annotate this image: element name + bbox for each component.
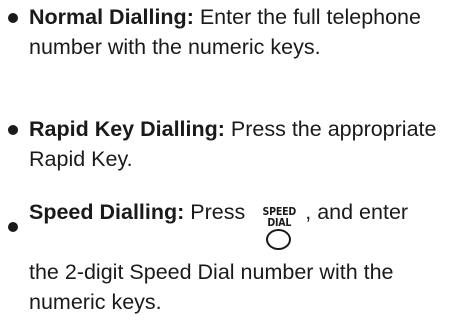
item-text: Speed Dialling: Press SPEED DIAL, and ente… <box>29 197 449 317</box>
item-description-before: Press <box>190 200 246 224</box>
bullet-icon <box>8 13 18 23</box>
bullet-icon <box>8 222 18 232</box>
item-text: Rapid Key Dialling: Press the appropriat… <box>29 114 449 174</box>
list-item-normal-dialling: Normal Dialling: Enter the full telephon… <box>0 2 451 62</box>
item-term: Rapid Key Dialling: <box>29 117 225 141</box>
bullet-icon <box>8 125 18 135</box>
circle-button-icon <box>266 229 292 250</box>
speed-dial-key-icon: SPEED DIAL <box>259 207 299 251</box>
item-text: Normal Dialling: Enter the full telephon… <box>29 2 449 62</box>
item-term: Normal Dialling: <box>29 5 194 29</box>
list-item-rapid-key-dialling: Rapid Key Dialling: Press the appropriat… <box>0 114 451 174</box>
item-term: Speed Dialling: <box>29 200 185 224</box>
item-description-after: , and enter <box>305 200 409 224</box>
list-item-speed-dialling: Speed Dialling: Press SPEED DIAL, and ente… <box>0 197 451 317</box>
speed-dial-key-label-line2: DIAL <box>267 217 292 229</box>
item-description-continued: the 2-digit Speed Dial number with the n… <box>29 260 394 314</box>
